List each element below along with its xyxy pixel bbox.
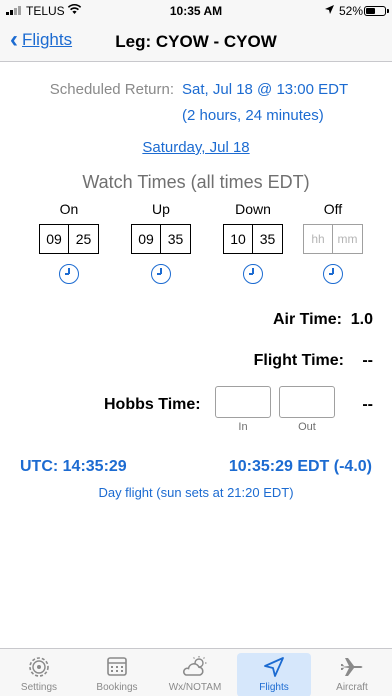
status-bar: TELUS 10:35 AM 52% [0,0,392,22]
daylight-status: Day flight (sun sets at 21:20 EDT) [98,485,294,500]
watch-times-title: Watch Times (all times EDT) [82,172,310,192]
watch-column-on: On 09 25 [39,201,99,284]
battery-percent: 52% [339,4,364,18]
tab-label: Flights [259,682,289,693]
page-title: Leg: CYOW - CYOW [115,32,277,51]
paper-plane-icon [264,657,284,677]
watch-column-label: On [59,201,79,217]
tab-label: Aircraft [336,682,368,693]
on-hour-field[interactable]: 09 [39,224,69,254]
tab-label: Wx/NOTAM [168,682,222,693]
local-clock: 10:35:29 EDT (-4.0) [228,458,372,475]
hobbs-in-field[interactable] [215,386,271,418]
scheduled-return-label: Scheduled Return: [49,81,174,98]
navigation-bar: ‹ Flights Leg: CYOW - CYOW [0,22,392,62]
flight-time-label: Flight Time: [253,352,344,369]
tab-flights[interactable]: Flights [237,653,311,696]
tab-bar: Settings Bookings Wx/NOTAM Flights Aircr… [0,648,392,696]
watch-column-label: Up [152,201,170,217]
tab-bookings[interactable]: Bookings [80,653,154,696]
watch-column-off: Off hh mm [303,201,363,284]
battery-icon [364,6,389,16]
tab-settings[interactable]: Settings [2,653,76,696]
tab-aircraft[interactable]: Aircraft [315,653,389,696]
flight-date-link[interactable]: Saturday, Jul 18 [0,139,392,156]
calendar-icon [107,657,127,676]
tab-wx-notam[interactable]: Wx/NOTAM [158,653,232,696]
hobbs-time-label: Hobbs Time: [104,396,201,413]
hobbs-out-caption: Out [298,421,316,433]
off-minute-field[interactable]: mm [333,224,363,254]
clock-icon[interactable] [323,264,343,284]
air-time-label: Air Time: [272,311,342,328]
hobbs-out-field[interactable] [279,386,335,418]
down-minute-field[interactable]: 35 [253,224,283,254]
clock-icon[interactable] [59,264,79,284]
air-time-value: 1.0 [350,311,373,328]
tab-label: Bookings [96,682,138,693]
watch-column-down: Down 10 35 [223,201,283,284]
watch-column-label: Off [323,201,343,217]
watch-column-up: Up 09 35 [131,201,191,284]
clock-icon[interactable] [151,264,171,284]
on-minute-field[interactable]: 25 [69,224,99,254]
watch-column-label: Down [235,201,271,217]
scheduled-return-duration: (2 hours, 24 minutes) [182,107,324,124]
tab-label: Settings [20,682,58,693]
off-hour-field[interactable]: hh [303,224,333,254]
up-hour-field[interactable]: 09 [131,224,161,254]
down-hour-field[interactable]: 10 [223,224,253,254]
scheduled-return-date[interactable]: Sat, Jul 18 @ 13:00 EDT [182,81,348,98]
location-arrow-icon [324,4,335,18]
airplane-icon [341,658,363,676]
weather-icon [182,656,207,676]
gear-icon [29,657,49,677]
hobbs-time-value: -- [362,396,373,413]
up-minute-field[interactable]: 35 [161,224,191,254]
clock-icon[interactable] [243,264,263,284]
flight-time-value: -- [362,352,373,369]
utc-clock: UTC: 14:35:29 [20,458,127,475]
hobbs-in-caption: In [238,421,248,433]
